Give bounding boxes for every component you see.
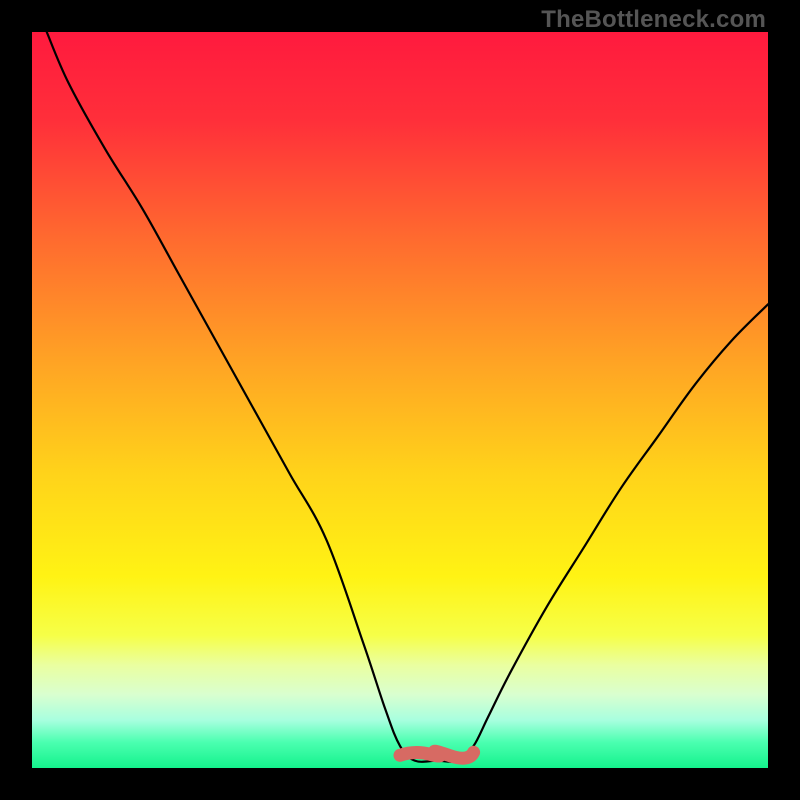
chart-frame: TheBottleneck.com	[0, 0, 800, 800]
optimal-range-band	[400, 751, 474, 758]
watermark-text: TheBottleneck.com	[541, 6, 766, 34]
plot-area	[32, 32, 768, 768]
bottleneck-curve	[47, 32, 768, 762]
curve-layer	[32, 32, 768, 768]
